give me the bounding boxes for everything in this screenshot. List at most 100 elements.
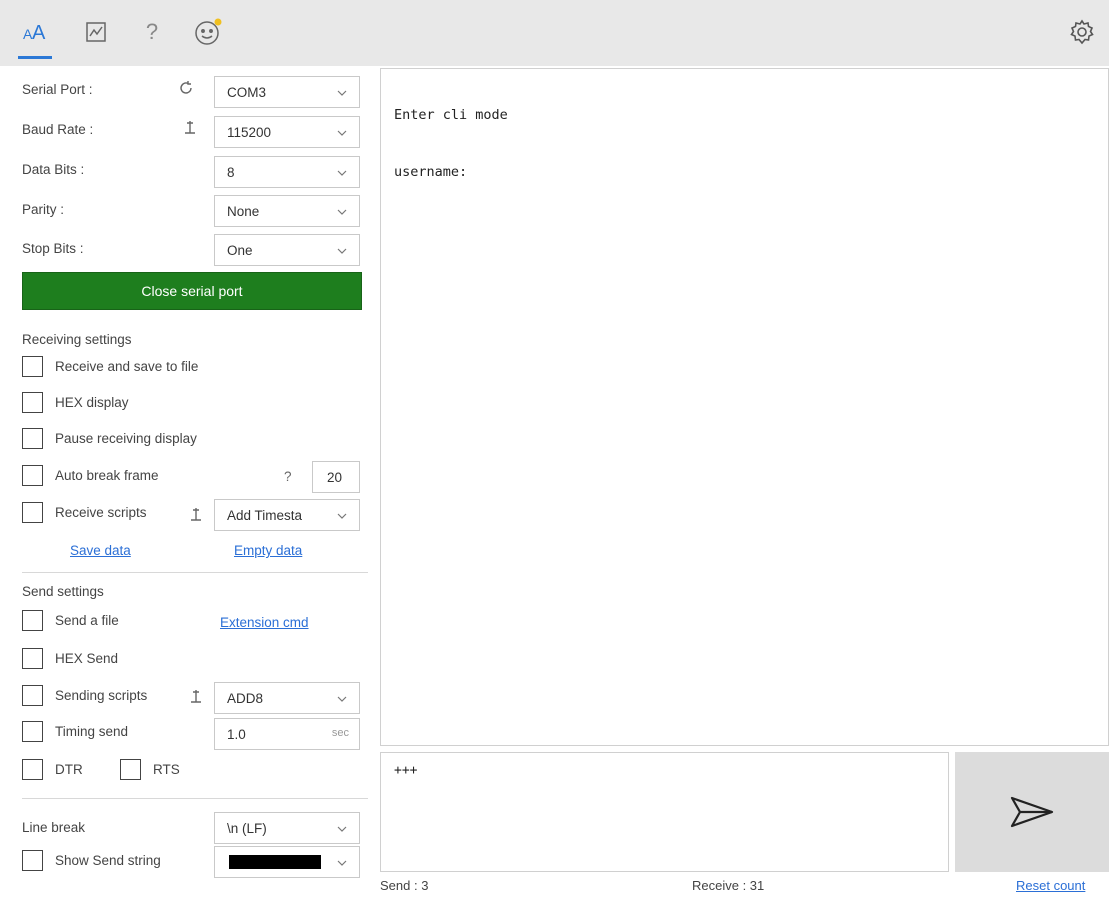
auto-break-help-icon[interactable]: ? [284,469,292,484]
send-input-value: +++ [394,763,418,778]
show-send-string-checkbox[interactable] [22,850,43,871]
baud-rate-value: 115200 [227,124,272,140]
refresh-icon[interactable] [178,80,194,96]
timing-send-option[interactable]: Timing send [22,721,128,742]
auto-break-value: 20 [327,469,343,485]
serial-port-select[interactable]: COM3 [214,76,360,108]
svg-text:A: A [32,22,46,44]
line-break-select[interactable]: \n (LF) [214,812,360,844]
pause-display-label: Pause receiving display [55,431,197,446]
hex-display-option[interactable]: HEX display [22,392,129,413]
chevron-down-icon [337,826,347,832]
pin-icon[interactable] [188,688,204,704]
color-swatch [229,855,321,869]
hex-send-checkbox[interactable] [22,648,43,669]
baud-rate-select[interactable]: 115200 [214,116,360,148]
timing-send-label: Timing send [55,724,129,739]
timing-send-checkbox[interactable] [22,721,43,742]
send-count: Send : 3 [380,878,429,893]
hex-send-label: HEX Send [55,651,119,666]
send-arrow-icon [1010,796,1054,828]
pause-display-checkbox[interactable] [22,428,43,449]
top-toolbar: A A ? [0,0,1109,66]
sending-scripts-option[interactable]: Sending scripts [22,685,147,706]
hex-send-option[interactable]: HEX Send [22,648,118,669]
auto-break-value-input[interactable]: 20 [312,461,360,493]
auto-break-option[interactable]: Auto break frame [22,465,159,486]
help-icon[interactable]: ? [136,16,168,48]
parity-value: None [227,203,260,219]
reset-count-link[interactable]: Reset count [1016,878,1085,893]
stop-bits-select[interactable]: One [214,234,360,266]
data-bits-value: 8 [227,164,235,180]
line-break-value: \n (LF) [227,820,267,836]
smiley-icon[interactable] [192,16,224,48]
send-input[interactable]: +++ [380,752,949,872]
close-serial-port-button[interactable]: Close serial port [22,272,362,310]
stop-bits-value: One [227,242,253,258]
dtr-option[interactable]: DTR [22,759,83,780]
receive-scripts-label: Receive scripts [55,505,147,520]
chart-icon[interactable] [80,16,112,48]
send-settings-title: Send settings [22,584,104,599]
terminal-line: username: [394,164,468,180]
receiving-settings-title: Receiving settings [22,332,132,347]
chevron-down-icon [337,860,347,866]
rts-label: RTS [153,762,180,777]
receive-save-file-option[interactable]: Receive and save to file [22,356,198,377]
rts-option[interactable]: RTS [120,759,180,780]
timing-send-value: 1.0 [227,726,246,742]
receive-scripts-option[interactable]: Receive scripts [22,502,147,523]
dtr-label: DTR [55,762,83,777]
help-glyph: ? [145,19,159,44]
auto-break-checkbox[interactable] [22,465,43,486]
empty-data-link[interactable]: Empty data [234,543,302,558]
receive-save-file-checkbox[interactable] [22,356,43,377]
chevron-down-icon [337,248,347,254]
baud-rate-label: Baud Rate : [22,122,94,137]
timing-send-input[interactable]: 1.0 sec [214,718,360,750]
extension-cmd-link[interactable]: Extension cmd [220,615,309,630]
show-send-string-label: Show Send string [55,853,161,868]
send-file-option[interactable]: Send a file [22,610,119,631]
serial-port-label: Serial Port : [22,82,93,97]
active-tab-indicator [18,56,52,59]
sending-scripts-value: ADD8 [227,690,264,706]
data-bits-select[interactable]: 8 [214,156,360,188]
pin-icon[interactable] [182,119,198,135]
receive-scripts-checkbox[interactable] [22,502,43,523]
font-size-icon[interactable]: A A [20,16,52,48]
stop-bits-label: Stop Bits : [22,241,84,256]
pin-icon[interactable] [188,506,204,522]
hex-display-label: HEX display [55,395,129,410]
chevron-down-icon [337,170,347,176]
send-file-checkbox[interactable] [22,610,43,631]
terminal-line: Enter cli mode [394,107,508,123]
sending-scripts-checkbox[interactable] [22,685,43,706]
receive-count: Receive : 31 [692,878,765,893]
receive-save-file-label: Receive and save to file [55,359,199,374]
chevron-down-icon [337,90,347,96]
show-send-string-option[interactable]: Show Send string [22,850,161,871]
receive-scripts-select[interactable]: Add Timesta [214,499,360,531]
send-button[interactable] [955,752,1109,872]
receive-output-area[interactable]: Enter cli mode username: [380,68,1109,746]
send-file-label: Send a file [55,613,119,628]
text-color-select[interactable] [214,846,360,878]
data-bits-label: Data Bits : [22,162,85,177]
parity-select[interactable]: None [214,195,360,227]
sending-scripts-label: Sending scripts [55,688,148,703]
timing-unit: sec [331,727,349,739]
settings-panel: Serial Port : COM3 Baud Rate : 115200 Da… [8,66,372,878]
sending-scripts-select[interactable]: ADD8 [214,682,360,714]
save-data-link[interactable]: Save data [70,543,131,558]
chevron-down-icon [337,696,347,702]
pause-display-option[interactable]: Pause receiving display [22,428,197,449]
hex-display-checkbox[interactable] [22,392,43,413]
rts-checkbox[interactable] [120,759,141,780]
dtr-checkbox[interactable] [22,759,43,780]
section-divider [22,798,368,799]
settings-icon[interactable] [1066,16,1098,48]
